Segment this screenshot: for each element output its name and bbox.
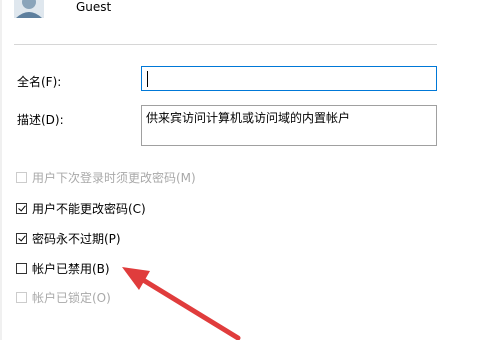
description-input[interactable]: 供来宾访问计算机或访问域的内置帐户 xyxy=(141,105,437,146)
account-disabled-checkbox[interactable]: 帐户已禁用(B) xyxy=(16,260,110,276)
checkbox-box xyxy=(16,171,27,183)
checkbox-label: 用户不能更改密码(C) xyxy=(32,201,146,216)
checkbox-label: 用户下次登录时须更改密码(M) xyxy=(32,170,196,185)
checkbox-label: 密码永不过期(P) xyxy=(32,231,121,246)
checkbox-box[interactable] xyxy=(16,202,27,214)
fullname-input[interactable] xyxy=(141,66,437,91)
checkbox-box[interactable] xyxy=(16,232,27,244)
window-border xyxy=(0,0,2,340)
cannot-change-password-checkbox[interactable]: 用户不能更改密码(C) xyxy=(16,200,146,216)
checkbox-box xyxy=(16,291,27,303)
password-never-expires-checkbox[interactable]: 密码永不过期(P) xyxy=(16,230,121,246)
checkbox-label: 帐户已锁定(O) xyxy=(32,290,111,305)
user-properties-panel: Guest 全名(F): 描述(D): 供来宾访问计算机或访问域的内置帐户 用户… xyxy=(0,0,477,340)
check-mark-icon xyxy=(18,203,26,211)
divider xyxy=(14,44,437,45)
fullname-label: 全名(F): xyxy=(17,75,62,89)
user-avatar-icon xyxy=(14,0,44,18)
account-locked-checkbox: 帐户已锁定(O) xyxy=(16,289,111,305)
text-caret xyxy=(147,71,148,87)
check-mark-icon xyxy=(18,233,26,241)
must-change-password-checkbox: 用户下次登录时须更改密码(M) xyxy=(16,169,196,185)
checkbox-box[interactable] xyxy=(16,262,27,274)
checkbox-label: 帐户已禁用(B) xyxy=(32,261,110,276)
account-name: Guest xyxy=(76,0,112,14)
description-label: 描述(D): xyxy=(17,113,64,127)
